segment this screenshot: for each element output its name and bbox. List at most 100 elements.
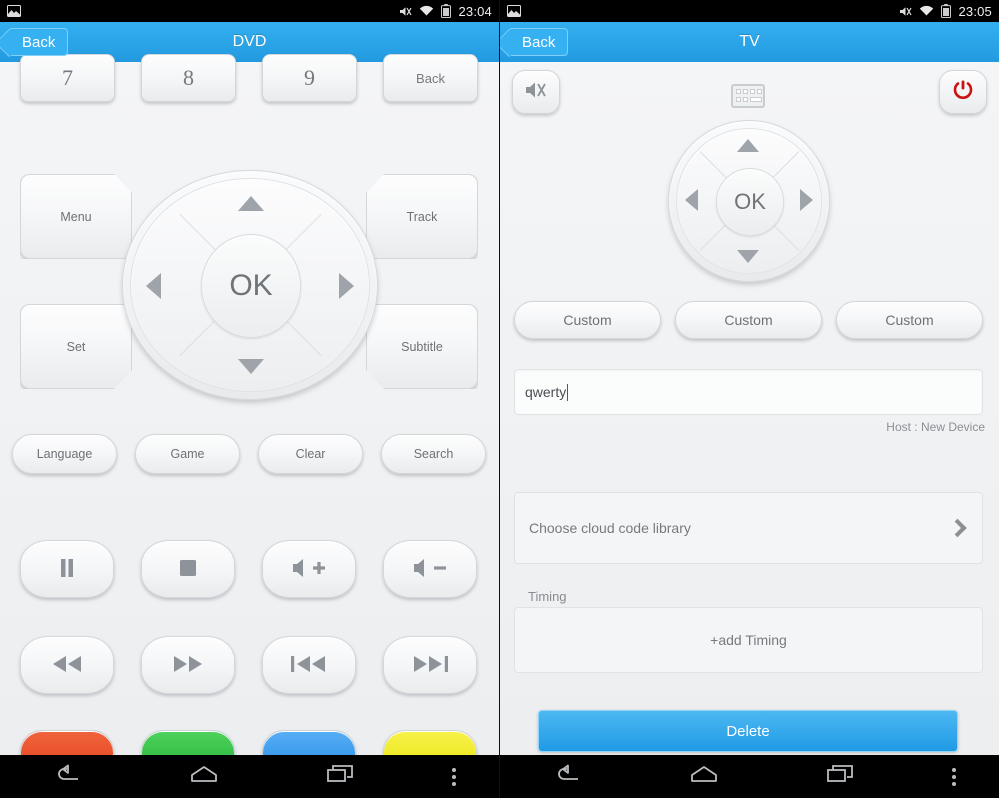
mute-icon [525,80,547,105]
home-nav-icon [189,764,219,789]
battery-icon [441,4,452,18]
custom-button-3[interactable]: Custom [836,301,983,339]
dual-pane-screenshot: 23:04 DVD Back 7 8 9 Back Menu Set Track… [0,0,999,798]
right-ok-button[interactable]: OK [716,168,784,236]
back-nav-icon [54,764,82,789]
dpad-right-icon[interactable] [339,273,354,299]
right-navigation-bar [500,755,999,798]
dpad-up-icon[interactable] [238,196,264,211]
pause-icon [59,558,75,581]
nav-overflow-button[interactable] [909,765,999,789]
rewind-button[interactable] [20,636,114,694]
dpad-left-icon[interactable] [146,273,161,299]
wifi-icon [419,5,434,17]
code-input[interactable]: qwerty [514,369,983,415]
dpad-right-icon[interactable] [800,189,813,211]
left-dpad[interactable]: OK [122,170,378,400]
set-button[interactable]: Set [20,304,132,389]
right-dpad[interactable]: OK [668,120,830,282]
recents-nav-icon [326,764,355,789]
left-clock: 23:04 [458,3,492,19]
keyboard-icon[interactable] [731,84,765,108]
volume-up-icon [291,558,327,581]
add-timing-row[interactable]: +add Timing [514,607,983,673]
search-label: Search [413,447,454,461]
left-ok-button[interactable]: OK [201,234,301,338]
set-label: Set [66,339,86,354]
dpad-up-icon[interactable] [737,139,759,152]
photo-icon [507,5,521,17]
menu-button[interactable]: Menu [20,174,132,259]
mute-icon [399,5,412,18]
next-track-button[interactable] [383,636,477,694]
nav-recents-button[interactable] [273,764,409,789]
number-button-7[interactable]: 7 [20,54,115,102]
track-button[interactable]: Track [366,174,478,259]
game-label: Game [170,447,205,461]
dpad-down-icon[interactable] [238,359,264,374]
language-label: Language [36,447,93,461]
text-caret [567,383,569,401]
right-back-button[interactable]: Back [508,28,569,56]
track-label: Track [406,209,438,224]
photo-icon [7,5,21,17]
search-button[interactable]: Search [381,434,486,474]
volume-up-button[interactable] [262,540,356,598]
cloud-code-library-label: Choose cloud code library [529,520,691,536]
right-status-bar: 23:05 [500,0,999,22]
mute-button[interactable] [512,70,560,114]
number-button-9[interactable]: 9 [262,54,357,102]
game-button[interactable]: Game [135,434,240,474]
clear-button[interactable]: Clear [258,434,363,474]
delete-button[interactable]: Delete [538,710,958,752]
left-page-title: DVD [232,33,267,50]
volume-down-button[interactable] [383,540,477,598]
battery-icon [941,4,952,18]
custom-button-1[interactable]: Custom [514,301,661,339]
dpad-down-icon[interactable] [737,250,759,263]
subtitle-button[interactable]: Subtitle [366,304,478,389]
right-pane-tv-remote: 23:05 TV Back OK Custom Custom Custom qw… [499,0,999,798]
overflow-menu-icon [951,765,956,789]
right-title-bar: TV Back [500,22,999,62]
host-label: Host : New Device [886,420,985,434]
chevron-right-icon [948,518,967,538]
custom-3-label: Custom [885,312,934,328]
nav-back-button[interactable] [0,764,136,789]
wifi-icon [919,5,934,17]
left-pane-dvd-remote: 23:04 DVD Back 7 8 9 Back Menu Set Track… [0,0,499,798]
left-back-button[interactable]: Back [8,28,69,56]
dpad-left-icon[interactable] [685,189,698,211]
custom-1-label: Custom [563,312,612,328]
recents-nav-icon [826,764,855,789]
nav-back-button[interactable] [500,764,636,789]
clear-label: Clear [295,447,326,461]
left-navigation-bar [0,755,499,798]
back-nav-icon [554,764,582,789]
home-nav-icon [689,764,719,789]
delete-label: Delete [726,722,770,740]
left-remote-body: 7 8 9 Back Menu Set Track Subtitle OK La… [0,54,499,788]
subtitle-label: Subtitle [401,339,443,354]
nav-home-button[interactable] [136,764,272,789]
right-clock: 23:05 [958,3,992,19]
language-button[interactable]: Language [12,434,117,474]
custom-2-label: Custom [724,312,773,328]
power-button[interactable] [939,70,987,114]
left-status-bar: 23:04 [0,0,499,22]
number-row-back-button[interactable]: Back [383,54,478,102]
nav-recents-button[interactable] [773,764,909,789]
previous-track-button[interactable] [262,636,356,694]
stop-button[interactable] [141,540,235,598]
right-ok-label: OK [734,189,766,214]
number-button-8[interactable]: 8 [141,54,236,102]
custom-button-2[interactable]: Custom [675,301,822,339]
nav-overflow-button[interactable] [409,765,499,789]
right-page-title: TV [739,33,760,50]
pause-button[interactable] [20,540,114,598]
number-9-label: 9 [304,65,315,90]
volume-down-icon [412,558,448,581]
nav-home-button[interactable] [636,764,772,789]
cloud-code-library-row[interactable]: Choose cloud code library [514,492,983,564]
fast-forward-button[interactable] [141,636,235,694]
